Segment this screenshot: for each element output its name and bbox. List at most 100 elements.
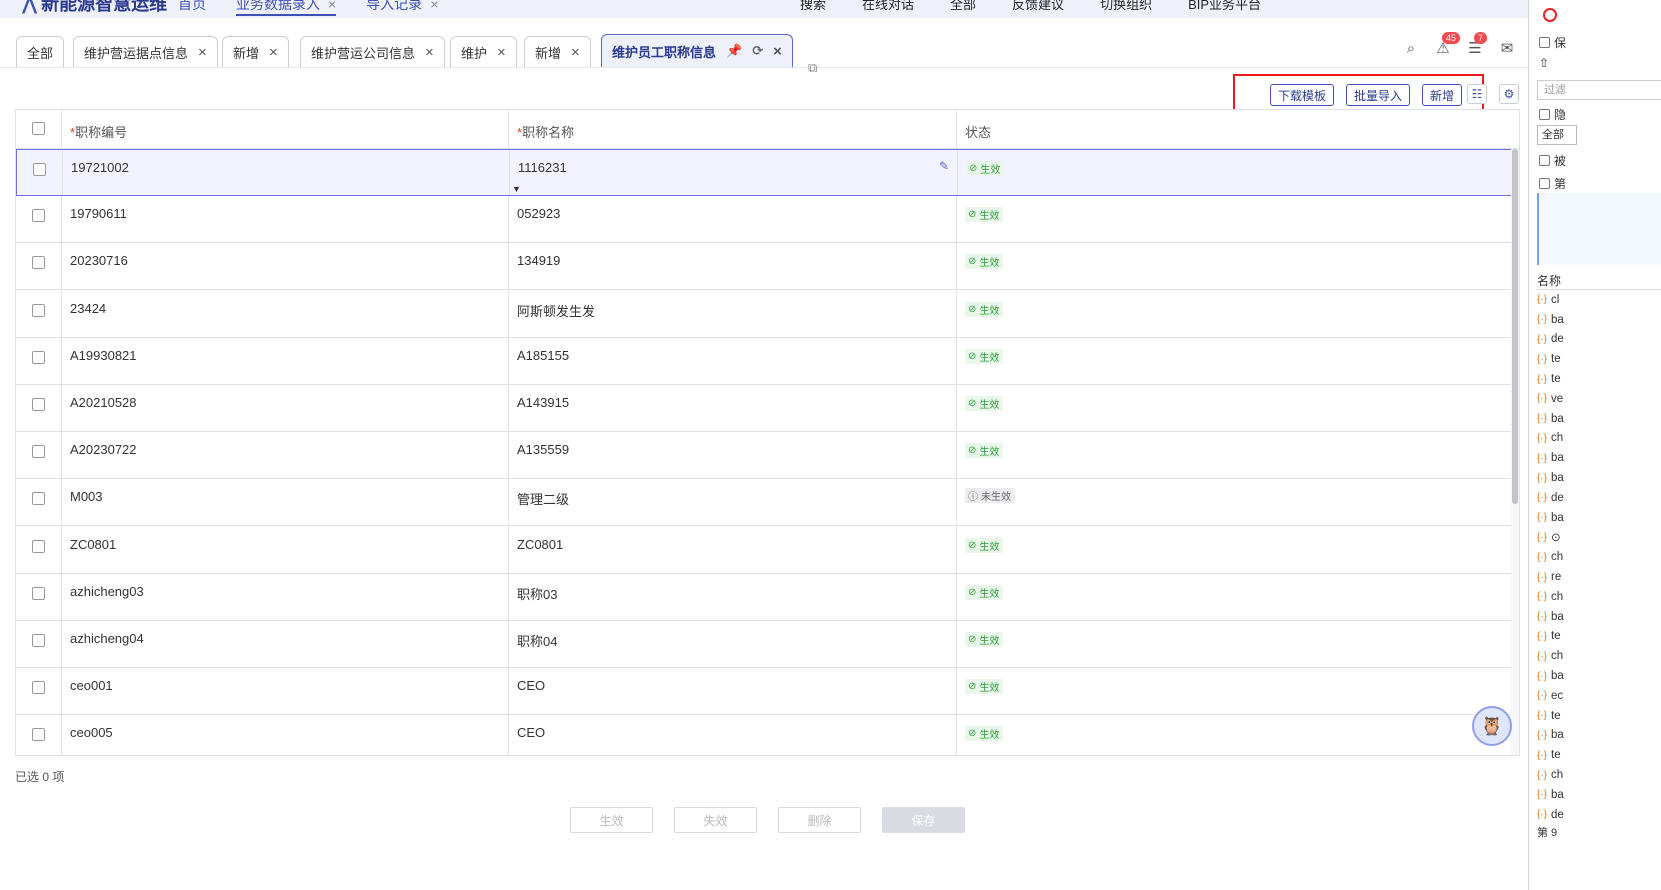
name-cell[interactable]: 阿斯顿发生发 (509, 290, 957, 337)
select-all-checkbox[interactable] (32, 122, 45, 135)
status-cell[interactable]: ⓘ 未生效 (957, 479, 1511, 525)
delete-button[interactable]: 删除 (778, 807, 861, 833)
refresh-icon[interactable]: ⟳ (752, 43, 763, 59)
row-checkbox[interactable] (33, 163, 46, 176)
code-cell[interactable]: A20230722 (62, 432, 509, 479)
devtools-request-item[interactable]: {·} ba (1537, 785, 1661, 805)
status-cell[interactable]: ⊘ 生效 (957, 432, 1511, 478)
tab-maintain-sites[interactable]: 维护营运据点信息 × (73, 36, 218, 67)
dropdown-caret-icon[interactable]: ▼ (512, 184, 521, 194)
column-header-code[interactable]: *职称编号 (62, 110, 509, 148)
top-nav-data-entry[interactable]: 业务数据录入 × (236, 0, 337, 16)
code-cell[interactable]: azhicheng04 (62, 621, 509, 667)
save-button[interactable]: 保存 (882, 807, 965, 833)
upload-icon[interactable]: ⇧ (1539, 56, 1549, 70)
close-icon[interactable]: × (198, 44, 207, 61)
search-icon[interactable]: ⌕ (1402, 40, 1420, 58)
devtools-request-item[interactable]: {·} de (1537, 488, 1661, 508)
top-nav-home[interactable]: 首页 (178, 0, 206, 16)
devtools-option-1[interactable]: 保 (1539, 34, 1566, 51)
activate-button[interactable]: 生效 (570, 807, 653, 833)
column-settings-icon[interactable]: ☷ (1467, 84, 1487, 104)
checkbox[interactable] (1539, 37, 1550, 48)
devtools-request-item[interactable]: {·} ch (1537, 587, 1661, 607)
row-checkbox[interactable] (32, 256, 45, 270)
devtools-type-select[interactable]: 全部 (1537, 125, 1577, 145)
close-icon[interactable]: × (328, 0, 336, 12)
tab-add-2[interactable]: 新增 × (524, 36, 591, 67)
checkbox[interactable] (1539, 155, 1550, 166)
record-icon[interactable] (1543, 8, 1557, 22)
deactivate-button[interactable]: 失效 (674, 807, 757, 833)
status-cell[interactable]: ⊘ 生效 (957, 621, 1511, 667)
status-cell[interactable]: ⊘ 生效 (957, 243, 1511, 289)
status-cell[interactable]: ⊘ 生效 (957, 291, 1511, 337)
code-cell[interactable]: azhicheng03 (62, 573, 509, 620)
table-row[interactable]: A19930821 A185155 ⊘ 生效 (16, 337, 1519, 385)
close-icon[interactable]: × (497, 44, 506, 61)
gear-icon[interactable]: ⚙ (1499, 84, 1519, 104)
name-cell[interactable]: A143915 (509, 385, 957, 431)
name-cell[interactable]: CEO (509, 668, 957, 715)
code-cell[interactable]: ceo001 (62, 668, 509, 715)
close-icon[interactable]: × (773, 43, 782, 60)
edit-icon[interactable]: ✎ (939, 159, 949, 173)
top-platform[interactable]: BIP业务平台 (1188, 0, 1261, 13)
name-cell[interactable]: 052923 (509, 196, 957, 243)
devtools-request-item[interactable]: {·} ch (1537, 547, 1661, 567)
name-cell[interactable]: CEO (509, 715, 957, 755)
tab-employee-titles[interactable]: 维护员工职称信息 📌 ⟳ × (601, 34, 793, 67)
notification-icon[interactable]: ⚠ 45 (1434, 32, 1461, 58)
row-checkbox[interactable] (32, 586, 45, 600)
devtools-filter-input[interactable]: 过滤 (1537, 80, 1661, 100)
status-cell[interactable]: ⊘ 生效 (957, 527, 1511, 573)
top-chat[interactable]: 在线对话 (862, 0, 914, 13)
name-cell[interactable]: A185155 (509, 337, 957, 384)
devtools-request-item[interactable]: {·} re (1537, 567, 1661, 587)
name-cell[interactable]: 职称04 (509, 621, 957, 667)
table-row[interactable]: A20230722 A135559 ⊘ 生效 (16, 432, 1519, 480)
devtools-request-item[interactable]: {·} te (1537, 369, 1661, 389)
row-checkbox[interactable] (32, 728, 45, 742)
table-row[interactable]: 20230716 134919 ⊘ 生效 (16, 243, 1519, 291)
batch-import-button[interactable]: 批量导入 (1346, 84, 1411, 106)
scrollbar-thumb[interactable] (1512, 149, 1518, 504)
message-icon[interactable]: ✉ (1498, 40, 1516, 58)
table-row[interactable]: azhicheng04 职称04 ⊘ 生效 (16, 621, 1519, 668)
row-checkbox[interactable] (32, 398, 45, 411)
devtools-request-item[interactable]: {·} ba (1537, 468, 1661, 488)
devtools-request-item[interactable]: {·} ⊙ (1537, 528, 1661, 548)
row-checkbox[interactable] (32, 634, 45, 647)
pin-icon[interactable]: 📌 (726, 43, 742, 59)
devtools-request-item[interactable]: {·} ba (1537, 726, 1661, 746)
row-checkbox[interactable] (32, 681, 45, 695)
table-row[interactable]: A20210528 A143915 ⊘ 生效 (16, 385, 1519, 432)
code-cell[interactable]: 20230716 (62, 243, 509, 290)
top-nav-import-records[interactable]: 导入记录 × (366, 0, 438, 16)
checkbox[interactable] (1539, 178, 1550, 189)
devtools-request-item[interactable]: {·} cl (1537, 290, 1661, 310)
row-checkbox[interactable] (32, 445, 45, 459)
devtools-request-item[interactable]: {·} ba (1537, 448, 1661, 468)
column-header-status[interactable]: 状态 (957, 110, 1511, 148)
devtools-request-item[interactable]: {·} te (1537, 349, 1661, 369)
row-checkbox[interactable] (32, 209, 45, 223)
devtools-request-item[interactable]: {·} ba (1537, 666, 1661, 686)
close-icon[interactable]: × (430, 0, 438, 12)
table-row[interactable]: ZC0801 ZC0801 ⊘ 生效 (16, 526, 1519, 574)
devtools-request-item[interactable]: {·} ch (1537, 646, 1661, 666)
devtools-option-3[interactable]: 被 (1539, 152, 1566, 169)
close-icon[interactable]: × (269, 44, 278, 61)
top-org-switch[interactable]: 切换组织 (1100, 0, 1152, 13)
top-search[interactable]: 搜索 (800, 0, 826, 13)
devtools-request-item[interactable]: {·} ba (1537, 310, 1661, 330)
table-row[interactable]: 19790611 052923 ⊘ 生效 (16, 196, 1519, 244)
code-cell[interactable]: M003 (62, 479, 509, 526)
vertical-scrollbar[interactable] (1511, 149, 1519, 755)
name-cell[interactable]: 134919 (509, 243, 957, 290)
devtools-request-item[interactable]: {·} te (1537, 745, 1661, 765)
name-cell[interactable]: 管理二级 (509, 479, 957, 526)
close-icon[interactable]: × (571, 44, 580, 61)
code-cell[interactable]: A20210528 (62, 385, 509, 431)
table-row[interactable]: 19721002 1116231 ✎ ▼ ⊘ 生效 (16, 149, 1519, 196)
